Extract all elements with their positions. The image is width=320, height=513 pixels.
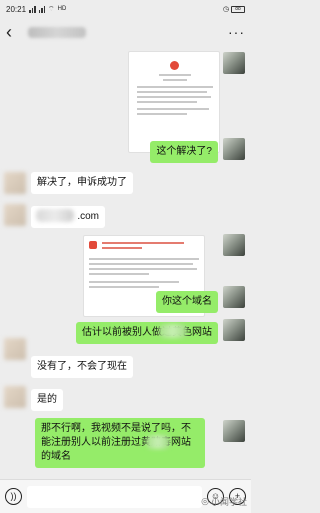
redaction-blur xyxy=(36,209,74,222)
message-image-document[interactable] xyxy=(128,51,220,153)
message-bubble-contact[interactable]: 是的 xyxy=(31,389,63,411)
avatar-contact[interactable] xyxy=(4,204,26,226)
redaction-blur xyxy=(159,324,187,338)
battery-icon: 88 xyxy=(231,5,245,13)
wechat-logo-icon: ◎ xyxy=(201,496,209,506)
avatar-contact[interactable] xyxy=(4,172,26,194)
avatar-contact[interactable] xyxy=(4,386,26,408)
battery-level: 88 xyxy=(235,5,241,12)
message-bubble-contact[interactable]: 解决了，申诉成功了 xyxy=(31,172,133,194)
status-right: ◷ 88 xyxy=(223,5,245,13)
status-left: 20:21 ⌔ HD xyxy=(6,5,66,14)
avatar-self[interactable] xyxy=(223,52,245,74)
avatar-self[interactable] xyxy=(223,138,245,160)
message-bubble-self[interactable]: 估计以前被别人做过黄色网站 xyxy=(76,322,218,344)
seal-icon xyxy=(170,61,179,70)
status-bar: 20:21 ⌔ HD ◷ 88 xyxy=(0,0,251,18)
alarm-icon: ◷ xyxy=(222,6,229,13)
message-bubble-self[interactable]: 这个解决了? xyxy=(150,141,218,163)
message-bubble-self[interactable]: 你这个域名 xyxy=(156,291,218,313)
signal-icon xyxy=(29,5,36,13)
wifi-icon: ⌔ xyxy=(48,5,55,13)
contact-name-redacted xyxy=(28,26,86,38)
message-bubble-self[interactable]: 那不行啊，我视频不是说了吗，不能注册别人以前注册过黄赌毒网站的域名 xyxy=(35,418,205,468)
watermark-text: 小闻学社 xyxy=(210,497,247,507)
chat-header: ‹ ··· xyxy=(0,18,251,46)
watermark: ◎ 小闻学社 xyxy=(201,495,247,508)
chat-area[interactable]: 这个解决了? 解决了，申诉成功了 .com 你这个域名 估计以前被别人做过黄色网… xyxy=(0,46,251,479)
avatar-self[interactable] xyxy=(223,234,245,256)
message-input[interactable] xyxy=(27,485,202,508)
avatar-self[interactable] xyxy=(223,319,245,341)
status-time: 20:21 xyxy=(6,4,27,14)
avatar-contact[interactable] xyxy=(4,338,26,360)
more-dots-icon[interactable]: ··· xyxy=(228,24,245,40)
message-bubble-contact[interactable]: 没有了，不会了现在 xyxy=(31,356,133,378)
voice-icon[interactable]: )) xyxy=(5,488,22,505)
chevron-left-icon[interactable]: ‹ xyxy=(6,23,20,41)
network-label: HD xyxy=(57,6,67,12)
redaction-blur xyxy=(146,435,170,449)
warning-icon xyxy=(89,241,97,249)
avatar-self[interactable] xyxy=(223,420,245,442)
signal-icon-2 xyxy=(38,5,46,13)
avatar-self[interactable] xyxy=(223,286,245,308)
domain-suffix: .com xyxy=(77,211,99,222)
